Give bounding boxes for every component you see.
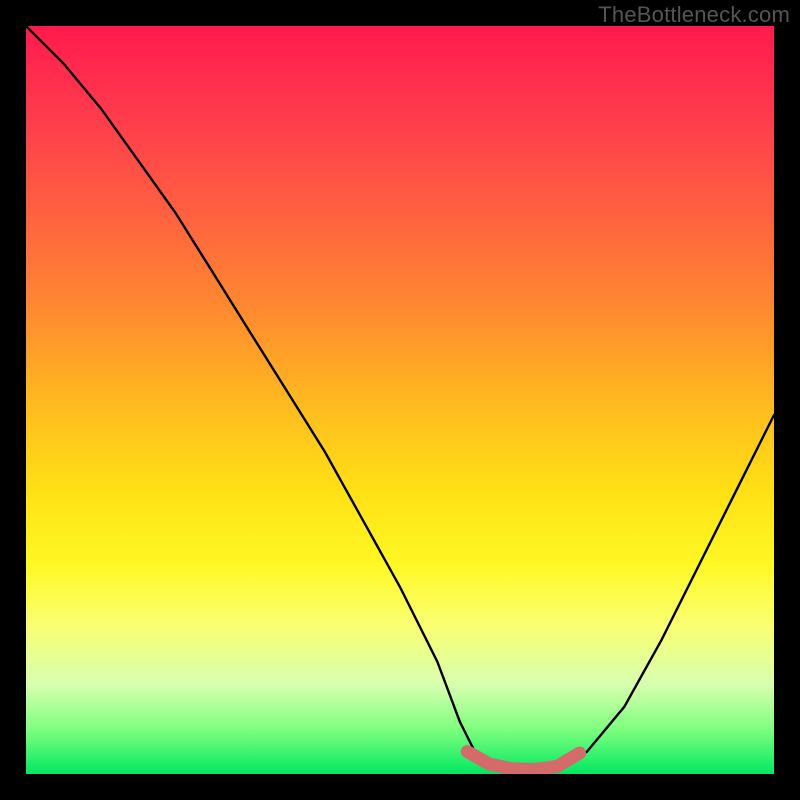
curve-line xyxy=(26,26,774,770)
chart-svg xyxy=(26,26,774,774)
watermark-text: TheBottleneck.com xyxy=(598,2,790,28)
chart-frame: TheBottleneck.com xyxy=(0,0,800,800)
plot-area xyxy=(26,26,774,774)
optimal-band xyxy=(467,752,579,770)
